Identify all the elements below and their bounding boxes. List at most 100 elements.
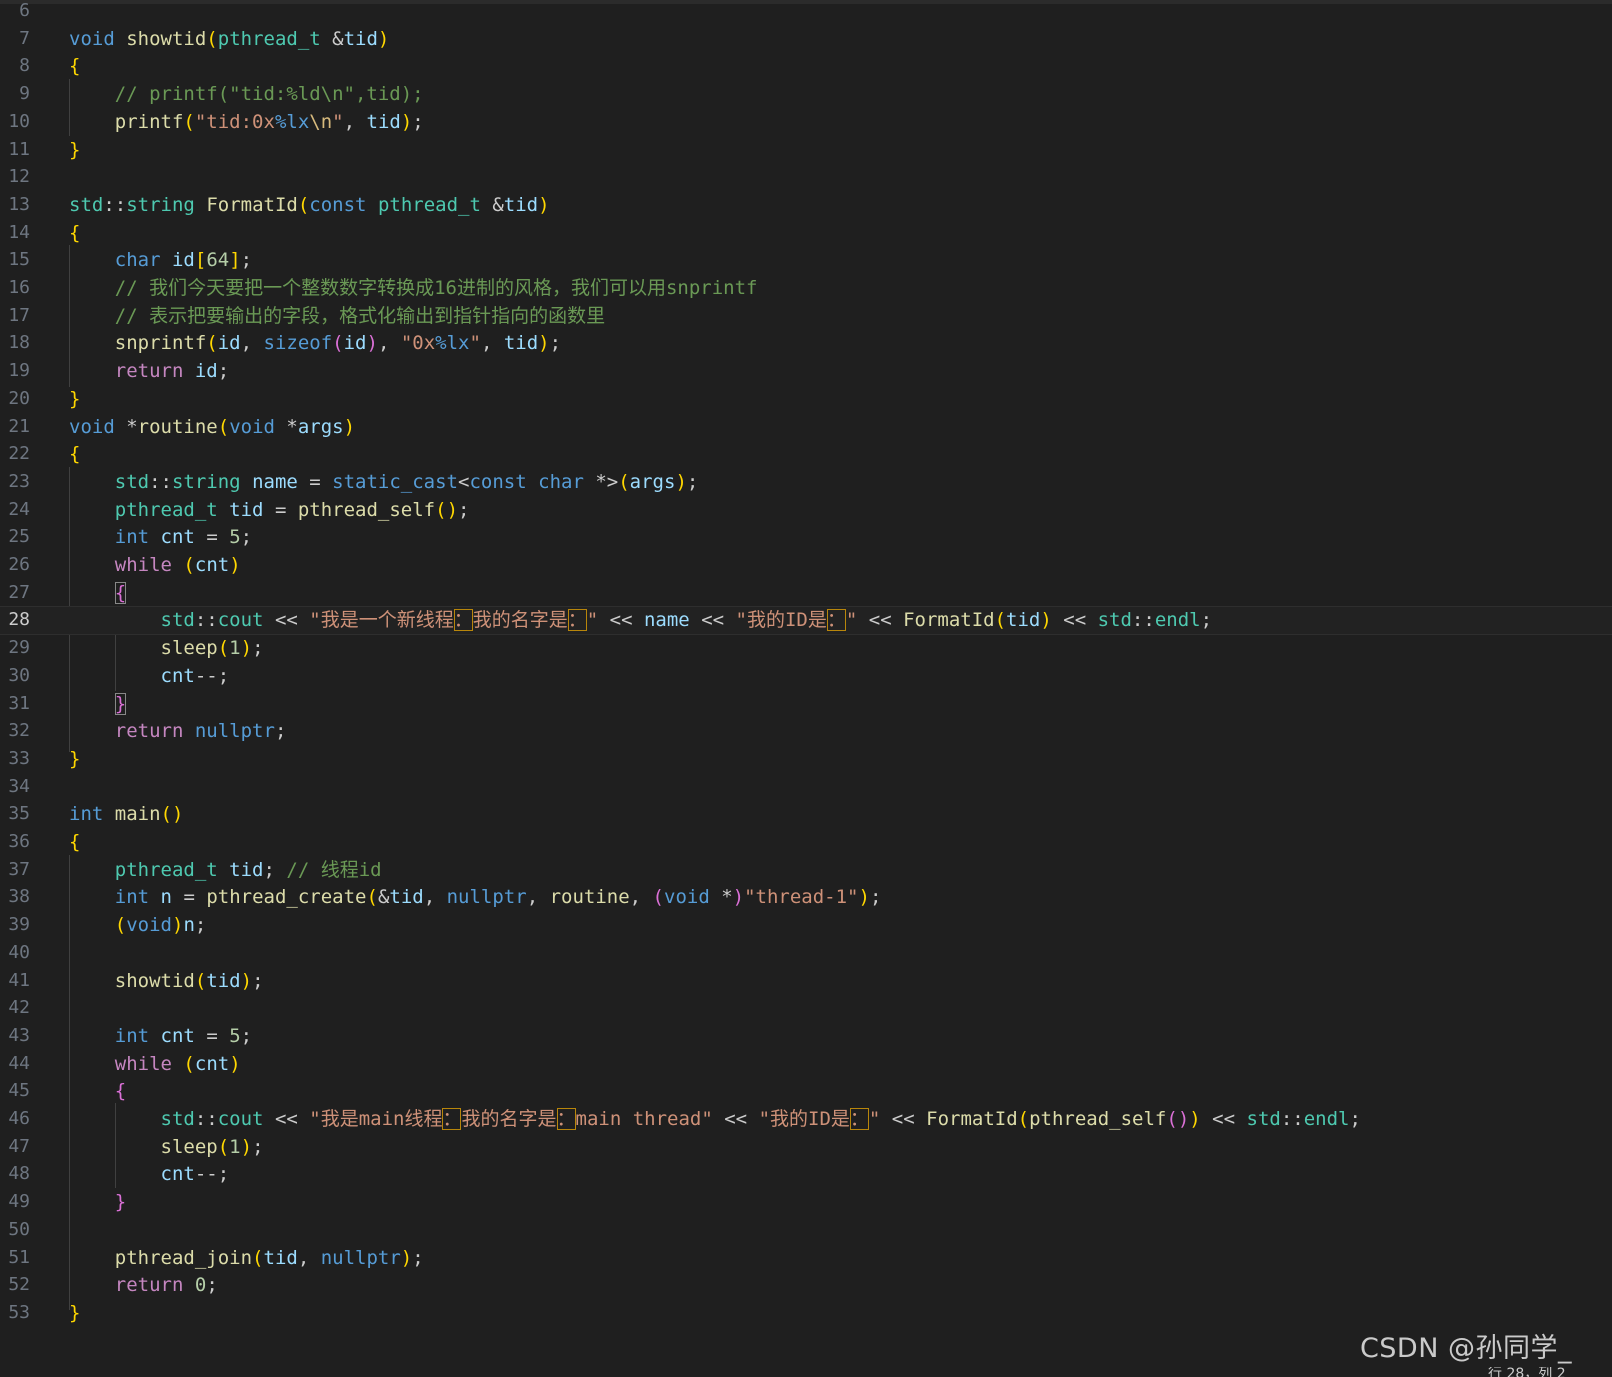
code-line[interactable]: 46 std::cout << "我是main线程：我的名字是：main thr… [0,1105,1612,1134]
code-line[interactable]: 38 int n = pthread_create(&tid, nullptr,… [0,883,1612,912]
code-text[interactable]: std::cout << "我是main线程：我的名字是：main thread… [69,1105,1361,1134]
code-text[interactable]: // 表示把要输出的字段，格式化输出到指针指向的函数里 [69,302,605,331]
code-text[interactable]: void showtid(pthread_t &tid) [69,25,389,54]
code-line[interactable]: 7 void showtid(pthread_t &tid) [0,25,1612,54]
code-line[interactable]: 45 { [0,1077,1612,1106]
code-text[interactable]: // printf("tid:%ld\n",tid); [69,80,424,109]
code-line[interactable]: 35 int main() [0,800,1612,829]
code-line[interactable]: 31 } [0,690,1612,719]
code-line[interactable]: 15 char id[64]; [0,246,1612,275]
code-text[interactable]: { [69,440,80,469]
code-line[interactable]: 18 snprintf(id, sizeof(id), "0x%lx", tid… [0,329,1612,358]
code-line[interactable]: 25 int cnt = 5; [0,523,1612,552]
line-number: 32 [8,720,30,742]
code-line[interactable]: 14 { [0,219,1612,248]
code-line[interactable]: 30 cnt--; [0,662,1612,691]
code-line[interactable]: 37 pthread_t tid; // 线程id [0,856,1612,885]
code-text[interactable]: int n = pthread_create(&tid, nullptr, ro… [69,883,882,912]
code-text[interactable]: } [69,136,80,165]
code-text[interactable]: sleep(1); [69,634,264,663]
code-text[interactable]: char id[64]; [69,246,252,275]
code-text[interactable]: while (cnt) [69,1050,241,1079]
code-line[interactable]: 21 void *routine(void *args) [0,413,1612,442]
code-text[interactable]: std::string name = static_cast<const cha… [69,468,699,497]
code-line[interactable]: 17 // 表示把要输出的字段，格式化输出到指针指向的函数里 [0,302,1612,331]
code-text[interactable]: std::string FormatId(const pthread_t &ti… [69,191,550,220]
code-line[interactable]: 8{ [0,52,1612,81]
code-line[interactable]: 33} [0,745,1612,774]
code-line[interactable]: 51 pthread_join(tid, nullptr); [0,1244,1612,1273]
code-line[interactable]: 11} [0,136,1612,165]
line-number: 51 [8,1246,30,1268]
code-text[interactable]: { [69,828,80,857]
code-text[interactable]: cnt--; [69,662,230,691]
code-text[interactable]: showtid(tid); [69,967,264,996]
code-text[interactable]: } [69,385,80,414]
code-text[interactable]: while (cnt) [69,551,241,580]
line-number: 27 [8,581,30,603]
code-line[interactable]: 27 { [0,579,1612,608]
code-line[interactable]: 43 int cnt = 5; [0,1022,1612,1051]
code-line[interactable]: 47 sleep(1); [0,1133,1612,1162]
code-text[interactable]: } [69,1299,80,1328]
code-text[interactable]: snprintf(id, sizeof(id), "0x%lx", tid); [69,329,561,358]
code-line[interactable]: 6 [0,0,1612,26]
code-line[interactable]: 26 while (cnt) [0,551,1612,580]
code-text[interactable]: int cnt = 5; [69,523,252,552]
code-line[interactable]: 29 sleep(1); [0,634,1612,663]
code-text[interactable]: pthread_join(tid, nullptr); [69,1244,424,1273]
code-text[interactable]: int main() [69,800,183,829]
code-line[interactable]: 52 return 0; [0,1271,1612,1300]
code-line[interactable]: 32 return nullptr; [0,717,1612,746]
code-line[interactable]: 16 // 我们今天要把一个整数数字转换成16进制的风格，我们可以用snprin… [0,274,1612,303]
code-line[interactable]: 20} [0,385,1612,414]
code-text[interactable]: (void)n; [69,911,207,940]
code-text[interactable]: // 我们今天要把一个整数数字转换成16进制的风格，我们可以用snprintf [69,274,758,303]
line-number: 47 [8,1135,30,1157]
line-number: 46 [8,1108,30,1129]
code-text[interactable]: void *routine(void *args) [69,413,355,442]
code-line[interactable]: 23 std::string name = static_cast<const … [0,468,1612,497]
code-text[interactable]: } [69,690,127,719]
code-text[interactable]: } [69,1188,126,1217]
code-text[interactable]: pthread_t tid = pthread_self(); [69,496,470,525]
line-number: 44 [8,1052,30,1074]
code-line[interactable]: 13 std::string FormatId(const pthread_t &… [0,191,1612,220]
code-line[interactable]: 10 printf("tid:0x%lx\n", tid); [0,108,1612,137]
code-line[interactable]: 44 while (cnt) [0,1050,1612,1079]
code-line[interactable]: 40 [0,939,1612,968]
code-text[interactable]: return 0; [69,1271,218,1300]
code-line[interactable]: 53} [0,1299,1612,1328]
code-line[interactable]: 22 { [0,440,1612,469]
code-line[interactable]: 24 pthread_t tid = pthread_self(); [0,496,1612,525]
code-line[interactable]: 42 [0,994,1612,1023]
code-line[interactable]: 36 { [0,828,1612,857]
line-number: 50 [8,1218,30,1240]
code-line[interactable]: 12 [0,163,1612,192]
code-line[interactable]: 34 [0,773,1612,802]
code-line[interactable]: 50 [0,1216,1612,1245]
code-editor[interactable]: 6 7 void showtid(pthread_t &tid) 8{9 // pri… [0,0,1612,1377]
code-text[interactable]: { [69,52,80,81]
code-text[interactable]: cnt--; [69,1160,230,1189]
status-bar-cursor-position[interactable]: 行 28，列 2 [1488,1367,1608,1377]
code-text[interactable]: printf("tid:0x%lx\n", tid); [69,108,424,137]
code-text[interactable]: int cnt = 5; [69,1022,252,1051]
code-text[interactable]: } [69,745,80,774]
code-line[interactable]: 28 std::cout << "我是一个新线程：我的名字是：" << name… [0,606,1612,635]
code-line[interactable]: 19 return id; [0,357,1612,386]
code-text[interactable]: { [69,1077,126,1106]
code-line[interactable]: 41 showtid(tid); [0,967,1612,996]
code-text[interactable]: { [69,219,80,248]
code-text[interactable]: { [69,579,127,608]
code-text[interactable]: return id; [69,357,229,386]
code-line[interactable]: 9 // printf("tid:%ld\n",tid); [0,80,1612,109]
code-line[interactable]: 49 } [0,1188,1612,1217]
code-line[interactable]: 48 cnt--; [0,1160,1612,1189]
line-number: 34 [8,775,30,797]
code-text[interactable]: sleep(1); [69,1133,264,1162]
code-text[interactable]: return nullptr; [69,717,287,746]
code-text[interactable]: pthread_t tid; // 线程id [69,856,382,885]
code-text[interactable]: std::cout << "我是一个新线程：我的名字是：" << name <<… [69,606,1212,635]
code-line[interactable]: 39 (void)n; [0,911,1612,940]
